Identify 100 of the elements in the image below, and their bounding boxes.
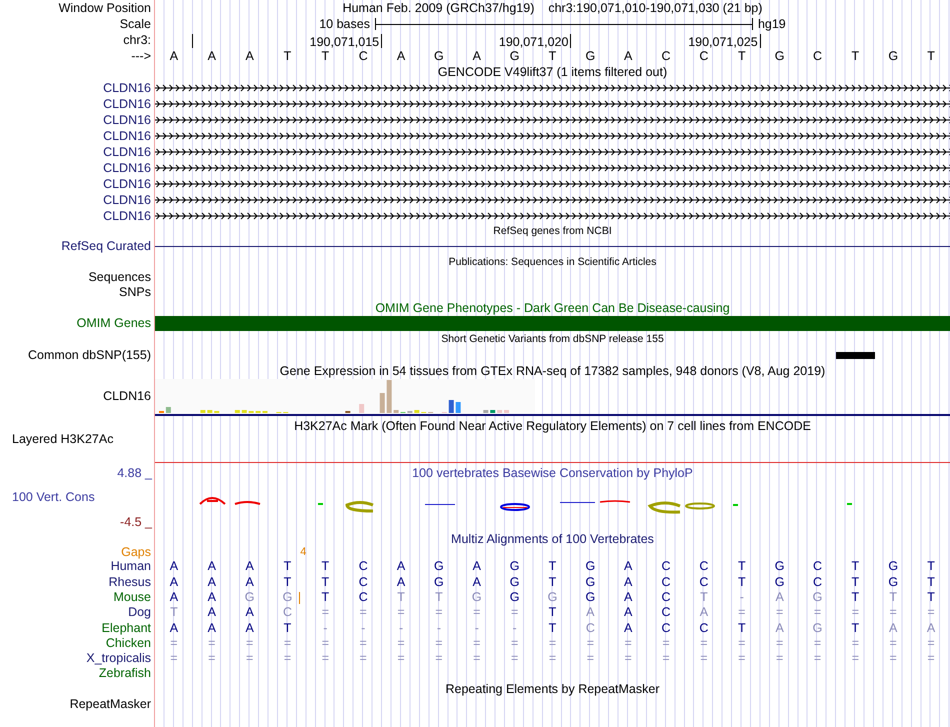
aligned-base: A (624, 590, 632, 604)
gene-label[interactable]: CLDN16 (103, 162, 151, 174)
aligned-base: C (662, 622, 671, 634)
track-title: OMIM Gene Phenotypes - Dark Green Can Be Disease-causing (375, 302, 730, 314)
aligned-base: G (812, 590, 822, 604)
dna-base: G (434, 50, 444, 62)
track-label[interactable]: Sequences (88, 271, 151, 284)
aligned-base: C (358, 560, 368, 573)
aligned-base: G (510, 560, 520, 573)
aligned-base: A (170, 622, 178, 634)
aligned-base: = (548, 636, 556, 650)
aligned-base: = (360, 606, 367, 619)
aligned-base: T (397, 590, 405, 604)
gene-label[interactable]: CLDN16 (103, 210, 151, 222)
gene-label[interactable]: CLDN16 (103, 178, 151, 190)
aligned-base: = (322, 652, 329, 665)
aligned-base: A (396, 576, 406, 588)
aligned-base: = (473, 636, 480, 650)
axis-max-label: 4.88 _ (117, 467, 152, 480)
aligned-base: = (322, 636, 329, 650)
aligned-base: C (358, 590, 368, 604)
species-label[interactable]: Zebrafish (98, 667, 151, 680)
dna-base: C (358, 50, 368, 62)
track-title: GENCODE V49lift37 (1 items filtered out) (438, 66, 668, 78)
track-title: RefSeq genes from NCBI (493, 226, 612, 236)
aligned-base: - (740, 590, 744, 604)
dna-base: A (624, 50, 632, 62)
aligned-base: A (245, 560, 254, 573)
aligned-base: = (852, 606, 859, 619)
track-label[interactable]: RepeatMasker (70, 698, 151, 710)
aligned-base: T (927, 560, 935, 573)
aligned-base: G (812, 622, 822, 634)
aligned-base: T (738, 576, 746, 588)
aligned-base: T (700, 590, 708, 604)
aligned-base: = (435, 606, 443, 619)
track-label[interactable]: Common dbSNP(155) (28, 348, 151, 362)
track-label[interactable]: Layered H3K27Ac (12, 432, 114, 446)
aligned-base: A (624, 560, 632, 573)
gene-label[interactable]: CLDN16 (103, 82, 151, 94)
aligned-base: - (474, 622, 479, 634)
species-label[interactable]: Mouse (113, 590, 151, 604)
aligned-base: C (282, 606, 292, 619)
aligned-base: = (170, 652, 178, 665)
aligned-base: T (548, 606, 556, 619)
track-label[interactable]: SNPs (119, 286, 151, 299)
aligned-base: T (548, 560, 556, 573)
aligned-base: = (586, 652, 594, 665)
aligned-base: T (738, 560, 746, 573)
track-label[interactable]: RefSeq Curated (61, 240, 151, 252)
aligned-base: G (434, 560, 444, 573)
aligned-base: = (510, 636, 518, 650)
species-label[interactable]: Elephant (102, 622, 151, 634)
aligned-base: = (397, 652, 405, 665)
track-title: 100 vertebrates Basewise Conservation by PhyloP (412, 467, 693, 480)
aligned-base: A (170, 590, 178, 604)
gene-label[interactable]: CLDN16 (103, 114, 151, 126)
aligned-base: = (397, 636, 405, 650)
species-label[interactable]: Dog (128, 606, 151, 619)
aligned-base: = (473, 652, 480, 665)
species-label[interactable]: Human (110, 560, 151, 573)
aligned-base: = (852, 652, 859, 665)
aligned-base: T (284, 622, 292, 634)
gene-label[interactable]: CLDN16 (103, 146, 151, 158)
track-label[interactable]: OMIM Genes (76, 317, 151, 330)
aligned-base: = (548, 652, 556, 665)
aligned-base: G (244, 590, 254, 604)
ruler-label: 190,071,025 (688, 36, 758, 48)
aligned-base: A (170, 560, 178, 573)
dna-base: A (208, 50, 216, 62)
aligned-base: = (284, 636, 292, 650)
position-text: chr3:190,071,010-190,071,030 (21 bp) (548, 2, 762, 14)
species-label[interactable]: X_tropicalis (86, 652, 151, 665)
aligned-base: = (927, 636, 935, 650)
dna-base: C (662, 50, 671, 62)
gap-count: 4 (300, 547, 306, 558)
aligned-base: A (624, 606, 632, 619)
gene-label[interactable]: CLDN16 (103, 98, 151, 110)
gene-label[interactable]: CLDN16 (103, 130, 151, 142)
track-title: Repeating Elements by RepeatMasker (445, 682, 660, 696)
track-label[interactable]: CLDN16 (103, 390, 151, 403)
aligned-base: T (284, 560, 292, 573)
aligned-base: - (398, 622, 404, 634)
dna-base: T (322, 50, 330, 62)
aligned-base: = (435, 636, 443, 650)
dna-base: G (888, 50, 898, 62)
aligned-base: A (208, 622, 216, 634)
species-label[interactable]: Chicken (106, 636, 151, 650)
aligned-base: T (852, 560, 860, 573)
aligned-base: = (170, 636, 178, 650)
aligned-base: = (814, 636, 822, 650)
aligned-base: = (510, 606, 518, 619)
track-label[interactable]: 100 Vert. Cons (12, 491, 95, 504)
assembly-label: hg19 (758, 18, 786, 30)
aligned-base: C (586, 622, 595, 634)
dna-base: T (548, 50, 556, 62)
aligned-base: A (472, 560, 481, 573)
aligned-base: A (208, 590, 216, 604)
species-label[interactable]: Rhesus (108, 576, 151, 588)
aligned-base: A (775, 590, 784, 604)
gene-label[interactable]: CLDN16 (103, 194, 151, 206)
